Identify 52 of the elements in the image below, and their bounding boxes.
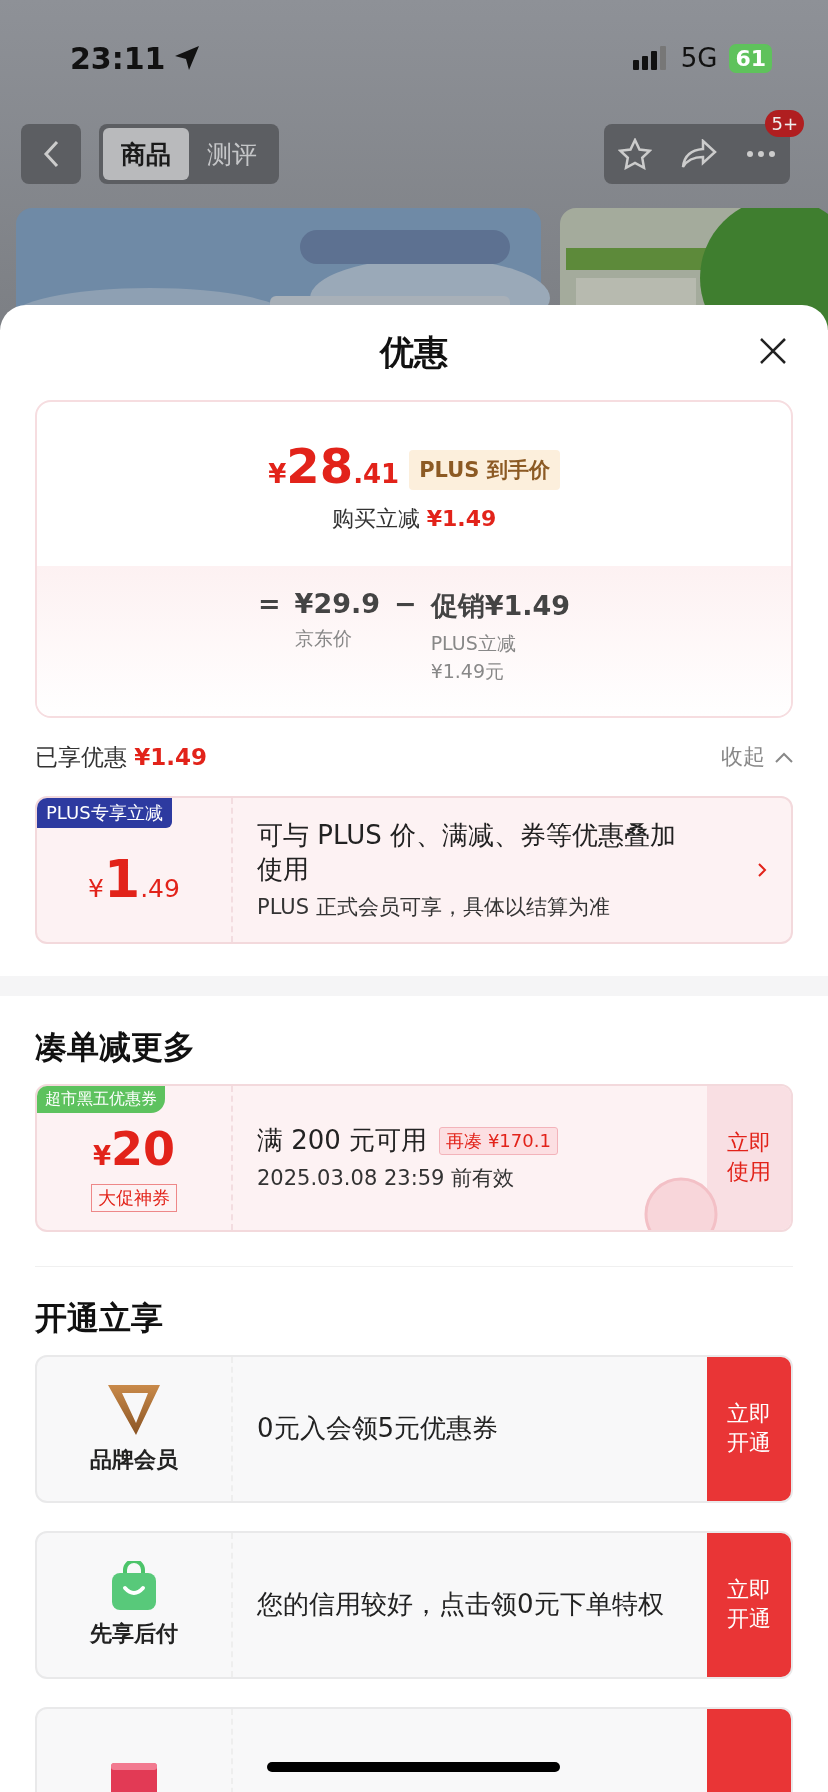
promo-amount: ¥1.49元 bbox=[430, 658, 506, 684]
card-icon bbox=[111, 1763, 157, 1792]
promo-label: PLUS立减 bbox=[430, 631, 517, 656]
applied-amount: ¥1.49 bbox=[134, 743, 208, 770]
clock-time: 23:11 bbox=[70, 40, 166, 76]
coupon-type: 大促神券 bbox=[91, 1184, 177, 1212]
base-price: ¥29.9 bbox=[294, 588, 380, 619]
applied-label: 已享优惠 bbox=[35, 743, 127, 770]
offer-description: 可与 PLUS 价、满减、券等优惠叠加使用 bbox=[257, 819, 677, 886]
open-now-button[interactable]: 立即开通 bbox=[707, 1533, 791, 1677]
offer-note: PLUS 正式会员可享，具体以结算为准 bbox=[257, 893, 611, 921]
signal-icon bbox=[632, 46, 669, 70]
sheet-title: 优惠 bbox=[380, 330, 448, 374]
open-now-button[interactable]: 立即开通 bbox=[707, 1357, 791, 1501]
battery-level: 61 bbox=[729, 43, 772, 73]
tab[interactable]: 商品 bbox=[103, 128, 189, 180]
section-title: 开通立享 bbox=[35, 1298, 164, 1339]
saving-label: 购买立减 bbox=[331, 506, 420, 531]
benefit-name: 品牌会员 bbox=[90, 1446, 178, 1474]
use-now-button[interactable]: 立即使用 bbox=[707, 1086, 791, 1230]
saving-amount: ¥1.49 bbox=[426, 506, 497, 531]
coupon-condition: 满 200 元可用 bbox=[257, 1124, 428, 1158]
star-icon[interactable] bbox=[618, 138, 653, 170]
shopping-bag-icon bbox=[111, 1561, 157, 1611]
back-button[interactable] bbox=[21, 124, 81, 184]
coupon-amount: ¥20 bbox=[92, 1122, 176, 1176]
final-price: ¥28.41 bbox=[268, 438, 400, 494]
coupon-validity: 2025.03.08 23:59 前有效 bbox=[257, 1164, 516, 1192]
caret-up-icon bbox=[775, 751, 793, 763]
collapse-button[interactable]: 收起 bbox=[721, 742, 793, 772]
notification-badge: 5+ bbox=[765, 110, 804, 137]
location-arrow-icon bbox=[173, 45, 200, 71]
plus-discount-card[interactable]: PLUS专享立减 ¥1.49 可与 PLUS 价、满减、券等优惠叠加使用 PLUS 正式会员可享，具体以结算为准 bbox=[35, 796, 793, 944]
base-price-label: 京东价 bbox=[294, 626, 353, 651]
network-type: 5G bbox=[680, 43, 718, 73]
v-logo-icon bbox=[106, 1383, 162, 1437]
benefit-description: 0元入会领5元优惠券 bbox=[257, 1412, 500, 1446]
price-label: PLUS 到手价 bbox=[409, 450, 560, 490]
section-title: 凑单减更多 bbox=[35, 1027, 196, 1068]
minus-sign: − bbox=[394, 588, 417, 621]
coupon-tag: 超市黑五优惠券 bbox=[37, 1086, 165, 1113]
chevron-left-icon bbox=[43, 140, 59, 168]
benefit-description: 您的信用较好，点击领0元下单特权 bbox=[257, 1588, 665, 1622]
equals-sign: = bbox=[257, 588, 281, 621]
share-icon[interactable] bbox=[681, 139, 717, 169]
remaining-amount: 再凑 ¥170.1 bbox=[439, 1127, 558, 1155]
more-icon[interactable] bbox=[745, 150, 776, 158]
tab[interactable]: 测评 bbox=[189, 128, 275, 180]
discount-amount: ¥1.49 bbox=[88, 849, 180, 909]
plus-tag: PLUS专享立减 bbox=[37, 798, 172, 828]
promo-discount: 促销¥1.49 bbox=[430, 589, 571, 623]
benefit-name: 先享后付 bbox=[90, 1620, 178, 1648]
